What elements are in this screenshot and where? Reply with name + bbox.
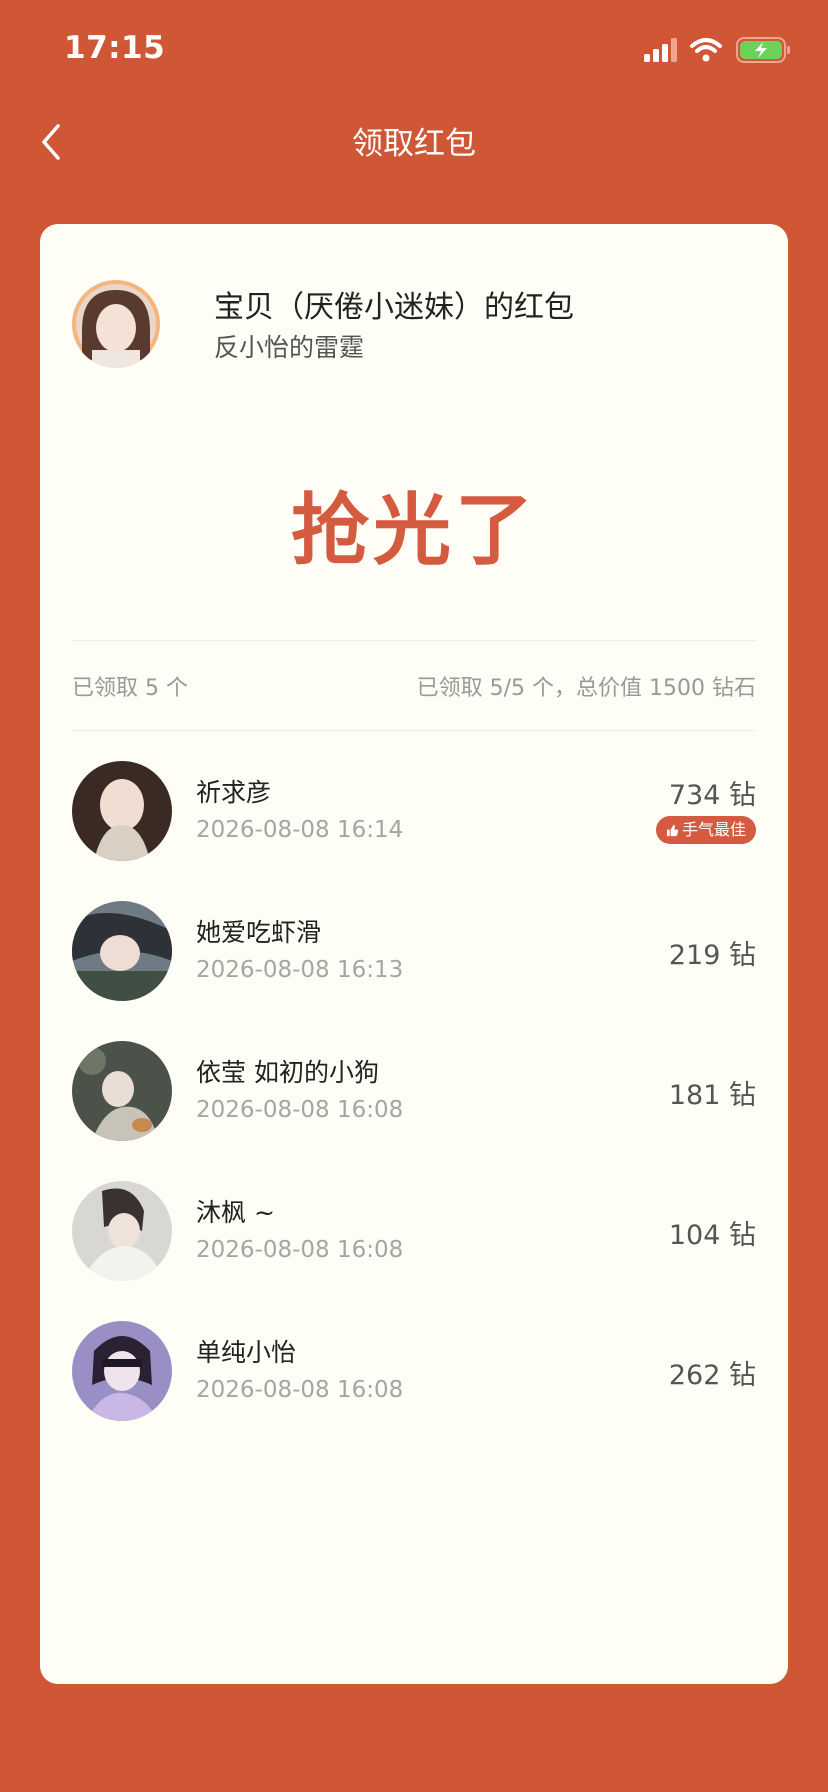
list-item[interactable]: 她爱吃虾滑 2026-08-08 16:13 219 钻	[72, 901, 756, 1005]
recipient-name: 单纯小怡	[196, 1338, 297, 1367]
list-item[interactable]: 依莹 如初的小狗 2026-08-08 16:08 181 钻	[72, 1041, 756, 1145]
claimed-count: 已领取 5 个	[72, 676, 188, 701]
wifi-icon	[690, 38, 722, 62]
claim-amount: 262 钻	[668, 1360, 756, 1391]
packet-status: 抢光了	[290, 486, 537, 576]
claim-amount: 219 钻	[668, 940, 756, 971]
badge-label: 手气最佳	[681, 820, 746, 839]
list-item[interactable]: 祈求彦 2026-08-08 16:14 734 钻 手气最佳	[72, 761, 756, 865]
sender-header: 宝贝（厌倦小迷妹）的红包 反小怡的雷霆	[72, 280, 762, 370]
recipient-name: 祈求彦	[196, 778, 272, 807]
claim-amount: 104 钻	[668, 1220, 756, 1251]
recipient-name: 她爱吃虾滑	[196, 918, 322, 947]
divider	[72, 640, 756, 641]
claim-amount: 181 钻	[668, 1080, 756, 1111]
claim-amount: 734 钻	[668, 780, 756, 811]
sender-subtitle: 反小怡的雷霆	[214, 333, 365, 362]
red-packet-card: 宝贝（厌倦小迷妹）的红包 反小怡的雷霆 抢光了 已领取 5 个 已领取 5/5 …	[40, 224, 788, 1684]
claim-time: 2026-08-08 16:08	[196, 1377, 404, 1403]
status-bar: 17:15	[0, 0, 828, 100]
battery-icon	[736, 37, 790, 63]
claim-time: 2026-08-08 16:14	[196, 817, 404, 843]
avatar	[72, 1041, 172, 1141]
claim-time: 2026-08-08 16:13	[196, 957, 404, 983]
claim-time: 2026-08-08 16:08	[196, 1237, 404, 1263]
sender-avatar[interactable]	[72, 280, 160, 368]
recipient-name: 依莹 如初的小狗	[196, 1058, 379, 1087]
divider	[72, 730, 756, 731]
thumbs-up-icon	[666, 824, 679, 837]
avatar	[72, 761, 172, 861]
signal-icon	[644, 38, 677, 62]
list-item[interactable]: 沐枫 ~ 2026-08-08 16:08 104 钻	[72, 1181, 756, 1285]
claimed-total: 已领取 5/5 个，总价值 1500 钻石	[416, 676, 756, 701]
list-item[interactable]: 单纯小怡 2026-08-08 16:08 262 钻	[72, 1321, 756, 1425]
status-icons	[644, 34, 794, 68]
best-luck-badge: 手气最佳	[655, 816, 756, 844]
avatar	[72, 1321, 172, 1421]
avatar	[72, 1181, 172, 1281]
claim-time: 2026-08-08 16:08	[196, 1097, 404, 1123]
avatar	[72, 901, 172, 1001]
nav-bar: 领取红包	[0, 100, 828, 180]
status-time: 17:15	[64, 30, 166, 66]
recipient-name: 沐枫 ~	[196, 1198, 275, 1227]
sender-name: 宝贝（厌倦小迷妹）的红包	[214, 290, 574, 325]
page-title: 领取红包	[352, 126, 476, 162]
